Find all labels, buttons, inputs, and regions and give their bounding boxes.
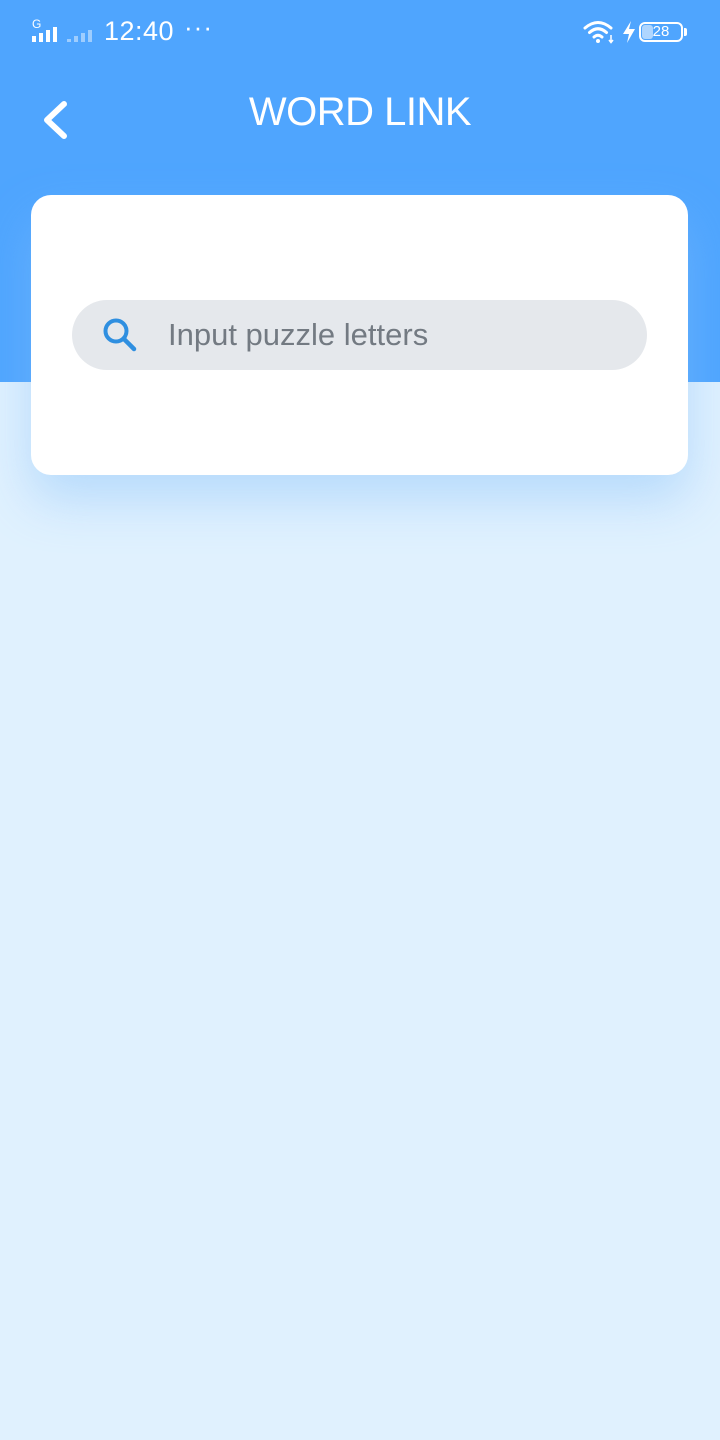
network-type-label: G	[32, 18, 41, 31]
battery-tip	[684, 28, 687, 36]
charging-icon	[623, 21, 635, 43]
wifi-icon	[583, 21, 614, 44]
search-bar[interactable]	[72, 300, 647, 370]
signal-icon: G	[32, 18, 92, 42]
status-bar: G 12:40 ··· 28	[0, 0, 720, 66]
search-icon	[103, 318, 137, 352]
search-input[interactable]	[168, 300, 628, 370]
status-time: 12:40	[104, 16, 175, 46]
battery-level: 28	[652, 23, 670, 40]
page-title: WORD LINK	[248, 90, 472, 134]
search-card	[31, 195, 688, 475]
more-dots: ···	[184, 12, 213, 42]
